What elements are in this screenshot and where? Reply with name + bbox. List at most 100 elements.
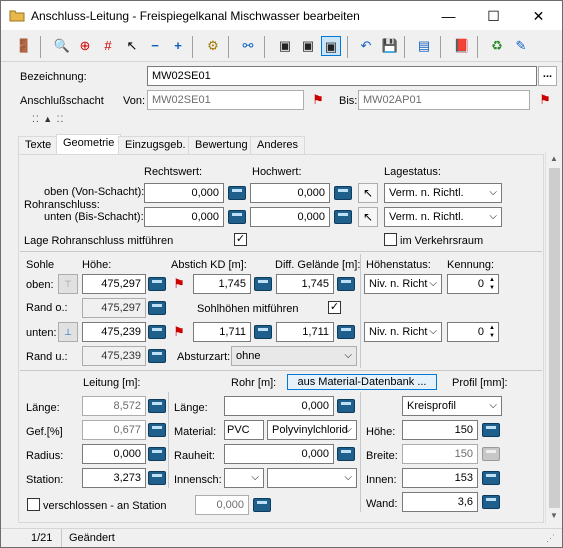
window-prev-icon[interactable]: ▣ — [298, 36, 318, 56]
oben-hoehe-field[interactable]: 475,297 — [82, 274, 146, 294]
calculator-icon[interactable] — [334, 210, 352, 224]
minus-icon[interactable]: − — [145, 36, 165, 56]
sync-icon[interactable]: ♻ — [487, 36, 507, 56]
resize-grip-icon[interactable]: ⋰ — [546, 533, 555, 544]
profil-select[interactable]: Kreisprofil ⌵ — [402, 396, 502, 416]
vertical-scrollbar[interactable]: ▲ ▼ — [545, 152, 562, 524]
calculator-icon[interactable] — [337, 277, 355, 291]
innensch-name-select[interactable]: ⌵ — [267, 468, 357, 488]
window-first-icon[interactable]: ▣ — [275, 36, 295, 56]
manhole-top-icon[interactable]: ⊤ — [58, 274, 78, 294]
scroll-up-icon[interactable]: ▲ — [550, 154, 558, 163]
leitung-laenge-field[interactable]: 8,572 — [82, 396, 146, 416]
undo-icon[interactable]: ↶ — [356, 36, 376, 56]
minimize-button[interactable]: — — [426, 2, 471, 31]
calculator-icon[interactable] — [148, 301, 166, 315]
calculator-icon[interactable] — [482, 423, 500, 437]
exit-door-icon[interactable]: 🚪 — [14, 36, 34, 56]
tab-geometrie[interactable]: Geometrie — [56, 134, 122, 155]
pointer-icon[interactable]: ↖ — [122, 36, 142, 56]
calculator-icon[interactable] — [337, 447, 355, 461]
material-name-select[interactable]: Polyvinylchlorid ⌵ — [267, 420, 357, 440]
flag-icon[interactable]: ⚑ — [170, 274, 188, 294]
unten-abstich-field[interactable]: 1,711 — [193, 322, 251, 342]
innensch-code-select[interactable]: ⌵ — [224, 468, 264, 488]
calculator-icon[interactable] — [254, 277, 272, 291]
calculator-icon[interactable] — [148, 349, 166, 363]
radius-field[interactable]: 0,000 — [82, 444, 146, 464]
calculator-icon[interactable] — [253, 498, 271, 512]
von-field[interactable]: MW02SE01 — [147, 90, 304, 110]
calculator-icon[interactable] — [337, 325, 355, 339]
calculator-icon[interactable] — [148, 447, 166, 461]
save-icon[interactable]: 💾 — [380, 36, 400, 56]
calculator-icon[interactable] — [148, 423, 166, 437]
unten-diff-field[interactable]: 1,711 — [276, 322, 334, 342]
scroll-down-icon[interactable]: ▼ — [550, 511, 558, 520]
pick-coordinate-icon[interactable]: ↖ — [358, 183, 378, 203]
plus-icon[interactable]: + — [168, 36, 188, 56]
rand-u-field[interactable]: 475,239 — [82, 346, 146, 366]
oben-hochwert-field[interactable]: 0,000 — [250, 183, 330, 203]
tab-texte[interactable]: Texte — [18, 136, 59, 154]
absturzart-select[interactable]: ohne ⌵ — [231, 346, 357, 366]
manhole-flag-icon[interactable]: ⚑ — [535, 90, 555, 110]
wand-field[interactable]: 3,6 — [402, 492, 478, 512]
window-next-icon[interactable]: ▣ — [321, 36, 341, 56]
calculator-icon[interactable] — [228, 186, 246, 200]
unten-hoehenstatus-select[interactable]: Niv. n. Richt ⌵ — [364, 322, 442, 342]
maximize-button[interactable]: ☐ — [471, 2, 516, 31]
calculator-icon[interactable] — [148, 399, 166, 413]
bezeichnung-more-button[interactable]: ... — [538, 66, 557, 86]
sohlhoehen-checkbox[interactable]: ✓ — [328, 301, 341, 314]
hoehe-profil-field[interactable]: 150 — [402, 420, 478, 440]
verschlossen-checkbox[interactable] — [27, 498, 40, 511]
lagestatus-oben-select[interactable]: Verm. n. Richtl. ⌵ — [384, 183, 502, 203]
records-icon[interactable]: ▤ — [414, 36, 434, 56]
pick-coordinate-icon[interactable]: ↖ — [358, 207, 378, 227]
grid-select-icon[interactable]: # — [98, 36, 118, 56]
calculator-icon[interactable] — [148, 325, 166, 339]
oben-hoehenstatus-select[interactable]: Niv. n. Richt ⌵ — [364, 274, 442, 294]
unten-hochwert-field[interactable]: 0,000 — [250, 207, 330, 227]
oben-abstich-field[interactable]: 1,745 — [193, 274, 251, 294]
network-icon[interactable]: ⚯ — [238, 36, 258, 56]
kennung-spinner[interactable]: ▲ ▼ — [487, 276, 497, 292]
material-code-select[interactable]: PVC — [224, 420, 264, 440]
calculator-icon[interactable] — [254, 325, 272, 339]
calculator-icon[interactable] — [148, 277, 166, 291]
innen-field[interactable]: 153 — [402, 468, 478, 488]
manhole-flag-icon[interactable]: ⚑ — [308, 90, 328, 110]
tab-einzugsgeb[interactable]: Einzugsgeb. — [118, 136, 193, 154]
im-verkehrsraum-checkbox[interactable] — [384, 233, 397, 246]
calculator-icon[interactable] — [482, 495, 500, 509]
unten-hoehe-field[interactable]: 475,239 — [82, 322, 146, 342]
scrollbar-thumb[interactable] — [549, 168, 560, 508]
rauheit-field[interactable]: 0,000 — [224, 444, 334, 464]
zoom-icon[interactable]: 🔍 — [52, 36, 72, 56]
rohr-laenge-field[interactable]: 0,000 — [224, 396, 334, 416]
lage-mitfuehren-checkbox[interactable]: ✓ — [234, 233, 247, 246]
unten-rechtswert-field[interactable]: 0,000 — [144, 207, 224, 227]
properties-icon[interactable]: ⚙ — [203, 36, 223, 56]
calculator-icon[interactable] — [148, 471, 166, 485]
book-icon[interactable]: 📕 — [452, 36, 472, 56]
lagestatus-unten-select[interactable]: Verm. n. Richtl. ⌵ — [384, 207, 502, 227]
bis-field[interactable]: MW02AP01 — [358, 90, 530, 110]
calculator-icon[interactable] — [334, 186, 352, 200]
zoom-target-icon[interactable]: ⊕ — [75, 36, 95, 56]
calculator-icon[interactable] — [482, 471, 500, 485]
oben-rechtswert-field[interactable]: 0,000 — [144, 183, 224, 203]
oben-diff-field[interactable]: 1,745 — [276, 274, 334, 294]
flag-icon[interactable]: ⚑ — [170, 322, 188, 342]
close-button[interactable]: ✕ — [516, 2, 561, 31]
splitter-handle[interactable]: ⁚⁚ ▲ ⁚⁚ — [32, 114, 64, 125]
verschlossen-station-field[interactable]: 0,000 — [195, 495, 249, 515]
calculator-icon[interactable] — [337, 399, 355, 413]
breite-field[interactable]: 150 — [402, 444, 478, 464]
kennung-spinner[interactable]: ▲ ▼ — [487, 324, 497, 340]
material-db-button[interactable]: aus Material-Datenbank ... — [287, 374, 437, 390]
calculator-icon[interactable] — [228, 210, 246, 224]
tab-anderes[interactable]: Anderes — [250, 136, 305, 154]
manhole-bottom-icon[interactable]: ⊥ — [58, 322, 78, 342]
